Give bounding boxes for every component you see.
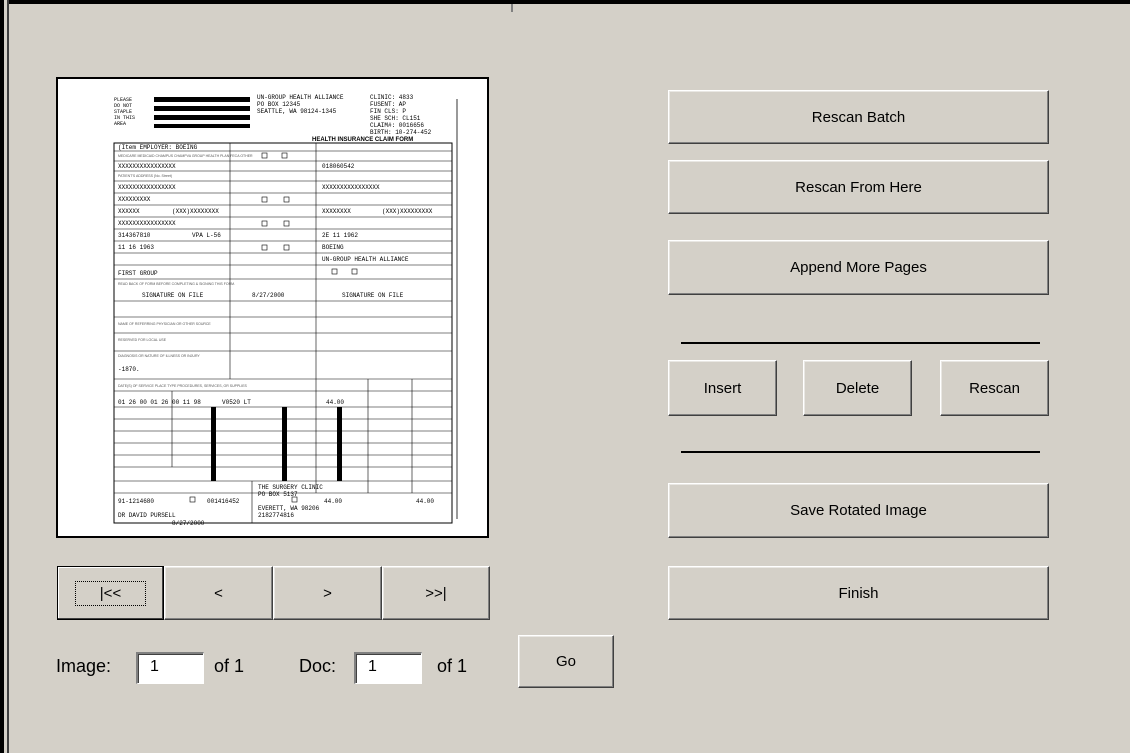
physician-date: 8/27/2000	[172, 520, 205, 527]
rescan-batch-button[interactable]: Rescan Batch	[668, 90, 1049, 144]
doc-number-field[interactable]: 1	[354, 652, 422, 684]
svg-text:-1870.: -1870.	[118, 366, 140, 373]
previous-page-label: <	[214, 584, 223, 602]
payer-line: SEATTLE, WA 98124-1345	[257, 108, 337, 115]
svg-text:XXXXXXXXXXXXXXXX: XXXXXXXXXXXXXXXX	[118, 220, 176, 227]
form-title: HEALTH INSURANCE CLAIM FORM	[312, 137, 413, 143]
delete-label: Delete	[835, 379, 880, 397]
next-page-label: >	[323, 584, 332, 602]
previous-page-button[interactable]: <	[164, 566, 273, 620]
save-rotated-image-label: Save Rotated Image	[790, 502, 927, 519]
signature-2: SIGNATURE ON FILE	[342, 292, 404, 299]
separator-line	[681, 451, 1040, 453]
svg-text:(XXX)XXXXXXXX: (XXX)XXXXXXXX	[172, 208, 219, 215]
rescan-label: Rescan	[969, 379, 1020, 397]
tax-id: 91-1214680	[118, 498, 154, 505]
window-top-edge	[0, 0, 1130, 12]
svg-text:XXXXXX: XXXXXX	[118, 208, 140, 215]
billing-line: 2182774816	[258, 512, 294, 519]
signature-1: SIGNATURE ON FILE	[142, 292, 204, 299]
svg-text:018060542: 018060542	[322, 163, 355, 170]
svg-text:01 26 00 01 26 00 11 98: 01 26 00 01 26 00 11 98	[118, 399, 201, 406]
svg-text:XXXXXXXX: XXXXXXXX	[322, 208, 351, 215]
go-button[interactable]: Go	[518, 635, 614, 688]
svg-text:XXXXXXXXXXXXXXXX: XXXXXXXXXXXXXXXX	[118, 163, 176, 170]
insert-button[interactable]: Insert	[668, 360, 777, 416]
first-page-button[interactable]: |<<	[57, 566, 164, 620]
billing-line: THE SURGERY CLINIC	[258, 484, 323, 491]
svg-text:DATE(S) OF SERVICE PLACE TY: DATE(S) OF SERVICE PLACE TYPE PROCEDURES…	[118, 384, 248, 388]
next-page-button[interactable]: >	[273, 566, 382, 620]
physician-name: DR DAVID PURSELL	[118, 512, 176, 519]
last-page-button[interactable]: >>|	[382, 566, 490, 620]
svg-text:XXXXXXXXXXXXXXXX: XXXXXXXXXXXXXXXX	[118, 184, 176, 191]
doc-total-label: of 1	[437, 656, 468, 676]
patient-name: FIRST GROUP	[118, 270, 158, 277]
svg-text:RESERVED FOR LOCAL USE: RESERVED FOR LOCAL USE	[118, 338, 167, 342]
finish-button[interactable]: Finish	[668, 566, 1049, 620]
window-left-edge	[0, 0, 9, 753]
svg-text:AREA: AREA	[114, 121, 126, 127]
separator-line	[681, 342, 1040, 344]
scanned-image-preview: PLEASE DO NOT STAPLE IN THIS AREA UN-GROUP …	[56, 77, 489, 538]
svg-text:DIAGNOSIS OR NATURE OF ILLNESS: DIAGNOSIS OR NATURE OF ILLNESS OR INJURY	[118, 354, 200, 358]
last-page-label: >>|	[425, 584, 447, 602]
payer-line: PO BOX 12345	[257, 101, 301, 108]
svg-text:MEDICARE MEDICAID CHAMPUS C: MEDICARE MEDICAID CHAMPUS CHAMPVA GROUP …	[118, 154, 253, 158]
claim-line: BIRTH: 10-274-452	[370, 129, 432, 136]
svg-text:BOEING: BOEING	[322, 244, 344, 251]
svg-text:314367810: 314367810	[118, 232, 151, 239]
insurer-name: UN-GROUP HEALTH ALLIANCE	[322, 256, 409, 263]
image-number-field[interactable]: 1	[136, 652, 204, 684]
signature-date: 8/27/2000	[252, 292, 285, 299]
svg-text:(XXX)XXXXXXXXX: (XXX)XXXXXXXXX	[382, 208, 433, 215]
svg-text:V0520 LT: V0520 LT	[222, 399, 251, 406]
save-rotated-image-button[interactable]: Save Rotated Image	[668, 483, 1049, 538]
svg-text:XXXXXXXXXXXXXXXX: XXXXXXXXXXXXXXXX	[322, 184, 380, 191]
rescan-batch-label: Rescan Batch	[811, 108, 906, 126]
go-label: Go	[555, 653, 576, 670]
append-more-pages-label: Append More Pages	[790, 259, 927, 276]
claim-line: CLAIM#: 0016656	[370, 122, 424, 129]
svg-text:(Item EMPLOYER: BOEING: (Item EMPLOYER: BOEING	[118, 144, 198, 151]
finish-label: Finish	[838, 584, 879, 602]
delete-button[interactable]: Delete	[803, 360, 912, 416]
claim-line: FUSENT: AP	[370, 101, 406, 108]
svg-text:11 16 1963: 11 16 1963	[118, 244, 154, 251]
rescan-from-here-label: Rescan From Here	[795, 178, 922, 196]
payer-line: UN-GROUP HEALTH ALLIANCE	[257, 94, 344, 101]
claim-form-image: PLEASEDO NOTSTAPLE IN THISAREA UN-GROUP …	[113, 94, 458, 527]
first-page-label: |<<	[74, 580, 147, 606]
image-total-label: of 1	[214, 656, 245, 676]
svg-text:44.00: 44.00	[326, 399, 344, 406]
svg-text:XXXXXXXXX: XXXXXXXXX	[118, 196, 151, 203]
claim-line: SHE SCH: CL151	[370, 115, 421, 122]
rescan-button[interactable]: Rescan	[940, 360, 1049, 416]
billing-line: EVERETT, WA 98206	[258, 505, 320, 512]
svg-text:PATIENT'S ADDRESS (No. Street): PATIENT'S ADDRESS (No. Street)	[118, 174, 172, 178]
claim-line: FIN CLS: P	[370, 108, 406, 115]
svg-text:READ BACK OF FORM BEFORE COMPL: READ BACK OF FORM BEFORE COMPLETING & SI…	[118, 282, 235, 286]
total-charge: 44.00	[324, 498, 342, 505]
svg-text:2E 11 1962: 2E 11 1962	[322, 232, 358, 239]
append-more-pages-button[interactable]: Append More Pages	[668, 240, 1049, 295]
rescan-from-here-button[interactable]: Rescan From Here	[668, 160, 1049, 214]
svg-text:VPA L-56: VPA L-56	[192, 232, 221, 239]
claim-line: CLINIC: 4833	[370, 94, 414, 101]
doc-label: Doc:	[299, 656, 337, 676]
svg-text:NAME OF REFERRING PHYSICIAN OR: NAME OF REFERRING PHYSICIAN OR OTHER SOU…	[118, 322, 211, 326]
account-number: 001416452	[207, 498, 240, 505]
insert-label: Insert	[703, 379, 742, 397]
image-label: Image:	[56, 656, 112, 676]
balance-due: 44.00	[416, 498, 434, 505]
